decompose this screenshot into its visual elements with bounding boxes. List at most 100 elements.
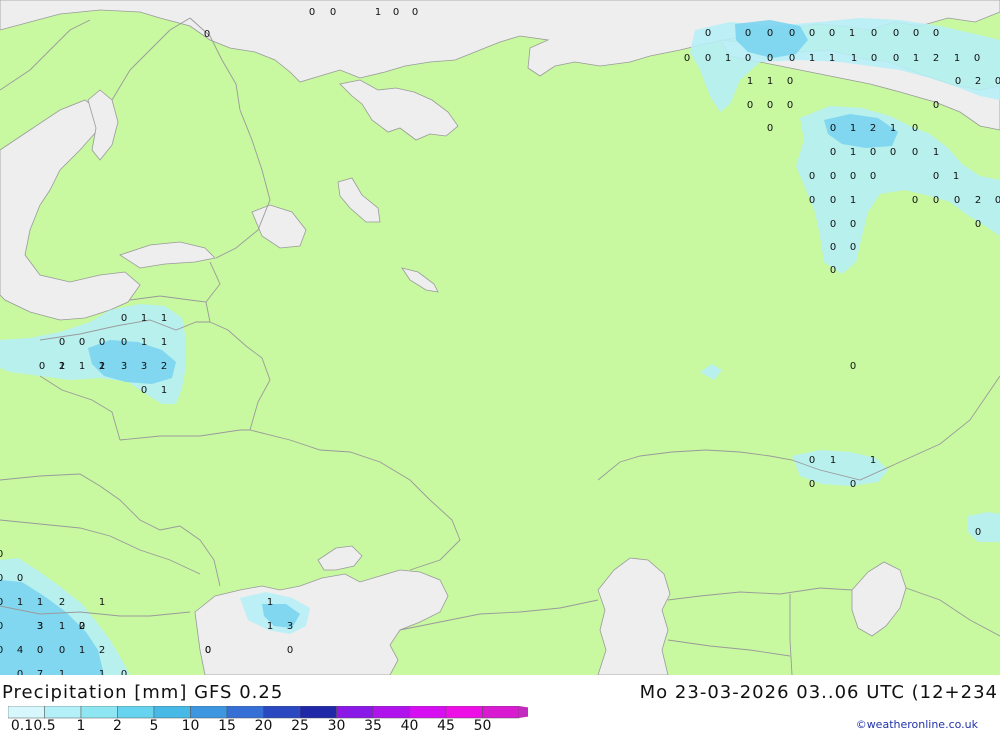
- precip-value-label: 0: [933, 100, 939, 111]
- precip-value-label: 1: [747, 76, 753, 87]
- precip-value-label: 0: [933, 171, 939, 182]
- precip-value-label: 0: [871, 53, 877, 64]
- precip-value-label: 0: [809, 28, 815, 39]
- precip-value-label: 3: [37, 621, 43, 632]
- scale-swatch: [8, 706, 45, 719]
- precip-value-label: 0: [893, 53, 899, 64]
- precip-value-label: 0: [17, 573, 23, 584]
- precip-value-label: 2: [59, 361, 65, 372]
- precip-value-label: 0: [830, 195, 836, 206]
- precip-value-label: 0: [995, 195, 1000, 206]
- precip-value-label: 0: [141, 385, 147, 396]
- precip-value-label: 0: [59, 337, 65, 348]
- scale-label: 0.5: [33, 718, 56, 734]
- scale-label: 15: [218, 718, 236, 734]
- precip-value-label: 0: [893, 28, 899, 39]
- precip-value-label: 0: [975, 527, 981, 538]
- precip-value-label: 0: [809, 455, 815, 466]
- precip-value-label: 0: [974, 53, 980, 64]
- precip-value-label: 0: [789, 53, 795, 64]
- map-title: Precipitation [mm] GFS 0.25: [2, 682, 284, 703]
- scale-label: 50: [473, 718, 492, 734]
- precip-value-label: 0: [705, 28, 711, 39]
- precip-value-label: 0: [830, 242, 836, 253]
- scale-swatch: [153, 706, 191, 719]
- scale-label: 45: [437, 718, 455, 734]
- precip-value-label: 2: [79, 621, 85, 632]
- precip-value-label: 1: [767, 76, 773, 87]
- precip-value-label: 0: [850, 242, 856, 253]
- precip-value-label: 1: [267, 621, 273, 632]
- precip-value-label: 1: [161, 313, 167, 324]
- precip-value-label: 1: [59, 621, 65, 632]
- precip-value-label: 0: [787, 100, 793, 111]
- precip-value-label: 0: [99, 337, 105, 348]
- precip-value-label: 1: [79, 645, 85, 656]
- precip-value-label: 0: [767, 100, 773, 111]
- scale-label: 30: [327, 718, 346, 734]
- precip-value-label: 1: [17, 597, 23, 608]
- scale-swatch: [226, 706, 264, 719]
- precip-value-label: 0: [79, 337, 85, 348]
- precip-value-label: 0: [330, 7, 336, 18]
- precip-value-label: 0: [809, 479, 815, 490]
- precip-value-label: 3: [287, 621, 293, 632]
- precip-value-label: 2: [99, 361, 105, 372]
- precipitation-map: 0 0 1 0 0 0 0 0 0 0 0 0 1 0 0 0 0 0 0 1 0 0 0 1 1 1 0 0 1 2 1 0 1 1 0 0 2 0 0 0…: [0, 0, 1000, 675]
- precip-value-label: 4: [17, 645, 23, 656]
- precip-value-label: 2: [975, 195, 981, 206]
- precip-value-label: 3: [141, 361, 147, 372]
- precip-value-label: 1: [375, 7, 381, 18]
- precip-value-label: 0: [870, 171, 876, 182]
- precip-value-label: 0: [705, 53, 711, 64]
- precip-value-label: 0: [850, 479, 856, 490]
- scale-label: 0.1: [10, 718, 34, 734]
- scale-label: 25: [291, 718, 309, 734]
- precip-value-label: 0: [205, 645, 211, 656]
- scale-swatch: [190, 706, 228, 719]
- scale-label: 2: [113, 718, 122, 734]
- precip-value-label: 0: [0, 621, 3, 632]
- precip-value-label: 0: [767, 53, 773, 64]
- scale-swatch: [372, 706, 410, 719]
- precip-value-label: 0: [745, 53, 751, 64]
- precip-value-label: 0: [121, 313, 127, 324]
- scale-swatch: [445, 706, 483, 719]
- scale-swatch: [336, 706, 374, 719]
- precip-value-label: 0: [121, 337, 127, 348]
- precip-value-label: 3: [121, 361, 127, 372]
- precip-value-label: 0: [684, 53, 690, 64]
- precip-value-label: 1: [953, 171, 959, 182]
- scale-swatch: [263, 706, 301, 719]
- precip-value-label: 0: [787, 76, 793, 87]
- precip-value-label: 2: [870, 123, 876, 134]
- scale-swatch: [299, 706, 337, 719]
- precip-value-label: 2: [933, 53, 939, 64]
- precip-value-label: 1: [267, 597, 273, 608]
- precip-value-label: 1: [850, 147, 856, 158]
- precip-value-label: 1: [933, 147, 939, 158]
- precip-value-label: 0: [412, 7, 418, 18]
- precip-value-label: 1: [141, 313, 147, 324]
- scale-swatch: [409, 706, 447, 719]
- precip-value-label: 0: [0, 597, 3, 608]
- precip-value-label: 0: [995, 76, 1000, 87]
- precip-value-label: 1: [849, 28, 855, 39]
- precip-value-label: 0: [830, 219, 836, 230]
- precip-value-label: 0: [393, 7, 399, 18]
- precip-value-label: 0: [0, 549, 3, 560]
- precip-value-label: 0: [975, 219, 981, 230]
- precip-value-label: 0: [309, 7, 315, 18]
- precip-value-label: 0: [0, 645, 3, 656]
- precip-value-label: 0: [912, 147, 918, 158]
- precip-value-label: 0: [767, 123, 773, 134]
- precip-value-label: 0: [933, 195, 939, 206]
- credit-link[interactable]: ©weatheronline.co.uk: [856, 718, 978, 731]
- precip-value-label: 0: [890, 147, 896, 158]
- precip-value-label: 2: [161, 361, 167, 372]
- precip-value-label: 0: [789, 28, 795, 39]
- precip-value-label: 0: [933, 28, 939, 39]
- precip-value-label: 0: [287, 645, 293, 656]
- scale-swatch: [117, 706, 155, 719]
- scale-swatch: [482, 706, 520, 719]
